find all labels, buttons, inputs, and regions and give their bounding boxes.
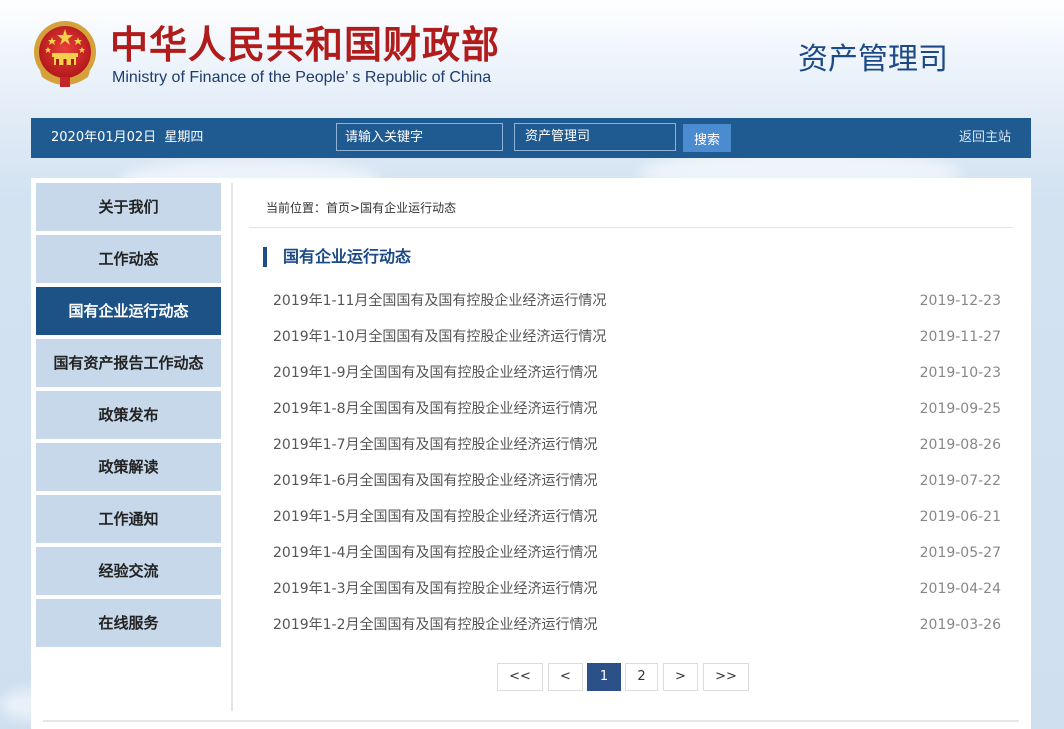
sidebar-item-soe-operations[interactable]: 国有企业运行动态 [36, 287, 221, 335]
news-title-link[interactable]: 2019年1-11月全国国有及国有控股企业经济运行情况 [273, 289, 606, 313]
news-title-link[interactable]: 2019年1-4月全国国有及国有控股企业经济运行情况 [273, 541, 598, 565]
last-page-button[interactable]: >> [703, 663, 749, 691]
list-item: 2019年1-10月全国国有及国有控股企业经济运行情况 2019-11-27 [273, 325, 1001, 361]
list-item: 2019年1-8月全国国有及国有控股企业经济运行情况 2019-09-25 [273, 397, 1001, 433]
sidebar-item-policy-interpretation[interactable]: 政策解读 [36, 443, 221, 491]
list-item: 2019年1-5月全国国有及国有控股企业经济运行情况 2019-06-21 [273, 505, 1001, 541]
search-button[interactable]: 搜索 [683, 124, 731, 152]
news-title-link[interactable]: 2019年1-9月全国国有及国有控股企业经济运行情况 [273, 361, 598, 385]
breadcrumb-separator: > [350, 201, 361, 215]
news-date: 2019-06-21 [919, 509, 1001, 525]
page-2-button[interactable]: 2 [625, 663, 658, 691]
sidebar-item-policy-release[interactable]: 政策发布 [36, 391, 221, 439]
news-date: 2019-09-25 [919, 401, 1001, 417]
news-title-link[interactable]: 2019年1-3月全国国有及国有控股企业经济运行情况 [273, 577, 598, 601]
news-date: 2019-05-27 [919, 545, 1001, 561]
site-title-english: Ministry of Finance of the People’ s Rep… [112, 69, 492, 86]
sidebar-item-state-asset-reports[interactable]: 国有资产报告工作动态 [36, 339, 221, 387]
news-date: 2019-10-23 [919, 365, 1001, 381]
sidebar-nav: 关于我们 工作动态 国有企业运行动态 国有资产报告工作动态 政策发布 政策解读 … [36, 183, 221, 651]
news-title-link[interactable]: 2019年1-10月全国国有及国有控股企业经济运行情况 [273, 325, 606, 349]
return-home-link[interactable]: 返回主站 [959, 129, 1011, 147]
news-title-link[interactable]: 2019年1-2月全国国有及国有控股企业经济运行情况 [273, 613, 598, 637]
first-page-button[interactable]: << [497, 663, 543, 691]
news-date: 2019-07-22 [919, 473, 1001, 489]
breadcrumb: 当前位置：首页>国有企业运行动态 [266, 200, 456, 216]
news-title-link[interactable]: 2019年1-5月全国国有及国有控股企业经济运行情况 [273, 505, 598, 529]
list-item: 2019年1-4月全国国有及国有控股企业经济运行情况 2019-05-27 [273, 541, 1001, 577]
site-header: 中华人民共和国财政部 Ministry of Finance of the Pe… [0, 0, 1064, 118]
department-name: 资产管理司 [798, 42, 948, 77]
news-date: 2019-04-24 [919, 581, 1001, 597]
list-item: 2019年1-9月全国国有及国有控股企业经济运行情况 2019-10-23 [273, 361, 1001, 397]
sidebar-item-experience-exchange[interactable]: 经验交流 [36, 547, 221, 595]
top-nav-bar: 2020年01月02日 星期四 资产管理司 搜索 返回主站 [31, 118, 1031, 158]
sidebar-item-work-notices[interactable]: 工作通知 [36, 495, 221, 543]
next-page-button[interactable]: > [663, 663, 698, 691]
list-item: 2019年1-6月全国国有及国有控股企业经济运行情况 2019-07-22 [273, 469, 1001, 505]
breadcrumb-prefix: 当前位置： [266, 201, 327, 215]
current-date: 2020年01月02日 星期四 [51, 130, 204, 145]
news-date: 2019-08-26 [919, 437, 1001, 453]
news-date: 2019-11-27 [919, 329, 1001, 345]
site-title-chinese: 中华人民共和国财政部 [110, 23, 501, 67]
footer-divider [43, 720, 1019, 722]
list-item: 2019年1-11月全国国有及国有控股企业经济运行情况 2019-12-23 [273, 289, 1001, 325]
news-date: 2019-03-26 [919, 617, 1001, 633]
news-date: 2019-12-23 [919, 293, 1001, 309]
prev-page-button[interactable]: < [548, 663, 583, 691]
sidebar-divider [231, 183, 233, 711]
news-title-link[interactable]: 2019年1-8月全国国有及国有控股企业经济运行情况 [273, 397, 598, 421]
page-1-button[interactable]: 1 [587, 663, 621, 691]
sidebar-item-work-news[interactable]: 工作动态 [36, 235, 221, 283]
main-container: 关于我们 工作动态 国有企业运行动态 国有资产报告工作动态 政策发布 政策解读 … [31, 178, 1031, 729]
search-scope-select[interactable]: 资产管理司 [514, 123, 676, 151]
national-emblem-icon [34, 21, 96, 87]
news-title-link[interactable]: 2019年1-7月全国国有及国有控股企业经济运行情况 [273, 433, 598, 457]
list-item: 2019年1-7月全国国有及国有控股企业经济运行情况 2019-08-26 [273, 433, 1001, 469]
breadcrumb-divider [249, 227, 1013, 228]
sidebar-item-online-service[interactable]: 在线服务 [36, 599, 221, 647]
section-title: 国有企业运行动态 [263, 247, 411, 267]
list-item: 2019年1-3月全国国有及国有控股企业经济运行情况 2019-04-24 [273, 577, 1001, 613]
search-input[interactable] [336, 123, 503, 151]
list-item: 2019年1-2月全国国有及国有控股企业经济运行情况 2019-03-26 [273, 613, 1001, 649]
breadcrumb-home-link[interactable]: 首页 [326, 201, 350, 215]
sidebar-item-about-us[interactable]: 关于我们 [36, 183, 221, 231]
news-list: 2019年1-11月全国国有及国有控股企业经济运行情况 2019-12-23 20… [273, 289, 1001, 649]
breadcrumb-current-link[interactable]: 国有企业运行动态 [360, 201, 456, 215]
news-title-link[interactable]: 2019年1-6月全国国有及国有控股企业经济运行情况 [273, 469, 598, 493]
